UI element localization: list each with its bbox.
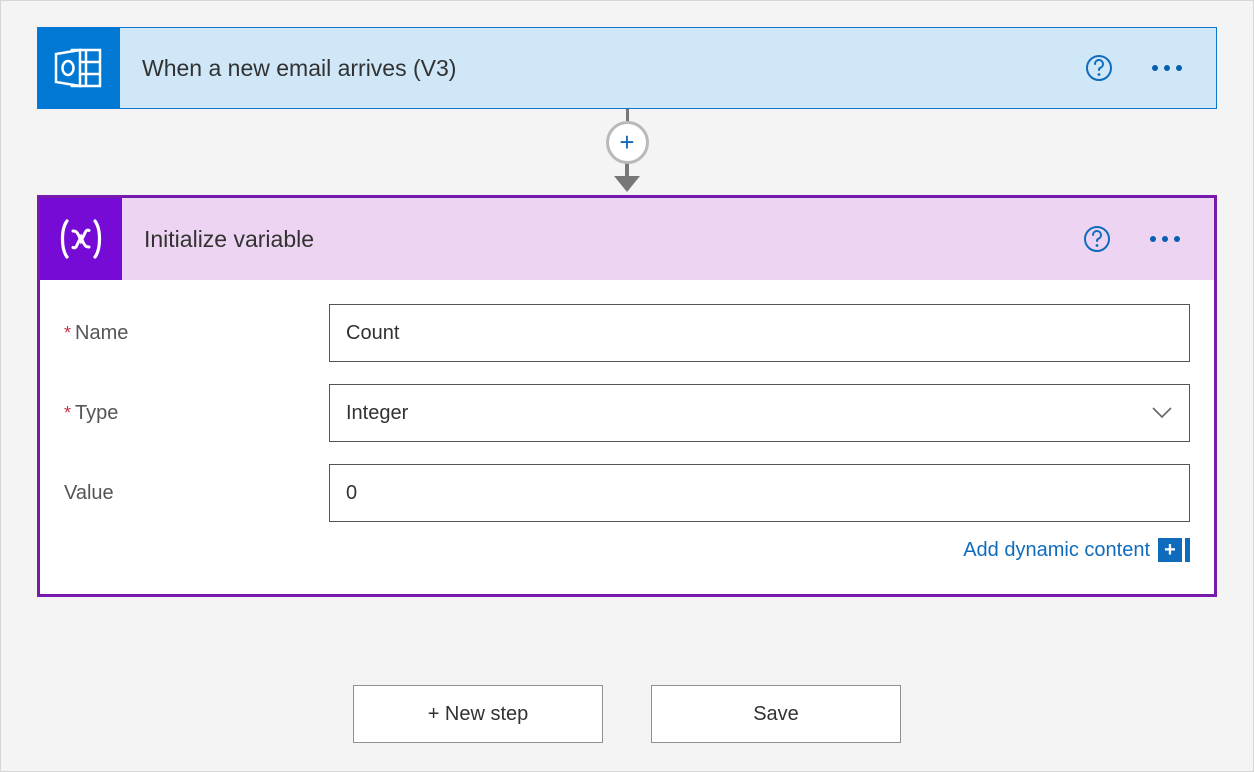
action-body: * Name Count * Type Integer — [40, 280, 1214, 594]
trigger-card[interactable]: When a new email arrives (V3) — [37, 27, 1217, 109]
required-star-icon: * — [64, 403, 71, 424]
add-step-icon[interactable]: + — [606, 121, 649, 164]
name-label: * Name — [64, 322, 329, 345]
save-button[interactable]: Save — [651, 685, 901, 743]
trigger-controls — [1084, 53, 1216, 83]
chevron-down-icon — [1151, 406, 1173, 420]
more-icon[interactable] — [1148, 61, 1186, 75]
field-row-name: * Name Count — [64, 304, 1190, 362]
flow-canvas: When a new email arrives (V3) + — [0, 0, 1254, 772]
name-input[interactable]: Count — [329, 304, 1190, 362]
dynamic-content-icon[interactable]: + — [1158, 538, 1190, 562]
more-icon[interactable] — [1146, 232, 1184, 246]
action-title: Initialize variable — [122, 226, 1082, 253]
action-controls — [1082, 224, 1214, 254]
field-row-type: * Type Integer — [64, 384, 1190, 442]
dynamic-content-row: Add dynamic content + — [64, 538, 1190, 584]
action-header[interactable]: Initialize variable — [40, 198, 1214, 280]
arrow-down-icon — [614, 162, 640, 192]
outlook-icon — [38, 27, 120, 109]
trigger-title: When a new email arrives (V3) — [120, 55, 1084, 82]
variable-icon — [40, 198, 122, 280]
type-label: * Type — [64, 402, 329, 425]
bottom-button-row: + New step Save — [37, 685, 1217, 743]
action-card: Initialize variable * Name — [37, 195, 1217, 597]
required-star-icon: * — [64, 323, 71, 344]
add-dynamic-content-link[interactable]: Add dynamic content — [963, 539, 1150, 562]
connector: + — [37, 109, 1217, 195]
help-icon[interactable] — [1084, 53, 1114, 83]
value-label: Value — [64, 482, 329, 505]
help-icon[interactable] — [1082, 224, 1112, 254]
value-input[interactable]: 0 — [329, 464, 1190, 522]
field-row-value: Value 0 — [64, 464, 1190, 522]
type-select[interactable]: Integer — [329, 384, 1190, 442]
new-step-button[interactable]: + New step — [353, 685, 603, 743]
